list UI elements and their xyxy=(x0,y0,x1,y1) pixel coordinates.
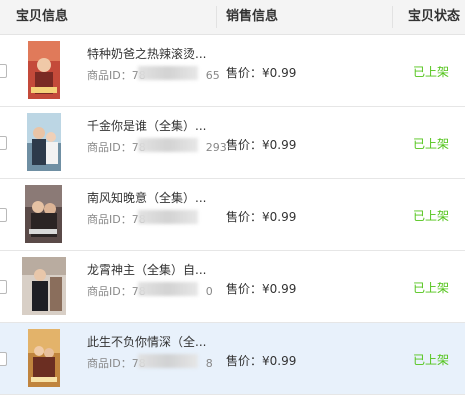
row-checkbox[interactable] xyxy=(0,208,7,222)
redacted-id-mask xyxy=(138,66,198,80)
product-price: 售价：¥0.99 xyxy=(226,210,297,224)
row-checkbox[interactable] xyxy=(0,280,7,294)
product-price: 售价：¥0.99 xyxy=(226,282,297,296)
product-title[interactable]: 南风知晚意（全集）... xyxy=(87,189,215,206)
product-title[interactable]: 千金你是谁（全集）... xyxy=(87,117,215,134)
table-row[interactable]: 龙霄神主（全集）自... 商品ID：780 售价：¥0.99 已上架 xyxy=(0,251,465,323)
product-price: 售价：¥0.99 xyxy=(226,138,297,152)
product-thumbnail[interactable] xyxy=(28,41,60,99)
header-divider xyxy=(392,6,393,28)
redacted-id-mask xyxy=(138,282,198,296)
table-row[interactable]: 此生不负你情深（全... 商品ID：788 售价：¥0.99 已上架 xyxy=(0,323,465,395)
row-checkbox[interactable] xyxy=(0,136,7,150)
header-item-status: 宝贝状态 xyxy=(408,9,461,24)
table-row[interactable]: 千金你是谁（全集）... 商品ID：78293 售价：¥0.99 已上架 xyxy=(0,107,465,179)
status-badge: 已上架 xyxy=(413,65,450,79)
row-checkbox[interactable] xyxy=(0,352,7,366)
product-price: 售价：¥0.99 xyxy=(226,354,297,368)
product-thumbnail[interactable] xyxy=(22,257,66,315)
redacted-id-mask xyxy=(138,354,198,368)
table-row[interactable]: 特种奶爸之热辣滚烫... 商品ID：7865 售价：¥0.99 已上架 xyxy=(0,35,465,107)
status-badge: 已上架 xyxy=(413,281,450,295)
redacted-id-mask xyxy=(138,210,198,224)
status-badge: 已上架 xyxy=(413,137,450,151)
header-item-info: 宝贝信息 xyxy=(16,9,69,24)
product-title[interactable]: 特种奶爸之热辣滚烫... xyxy=(87,45,215,62)
status-badge: 已上架 xyxy=(413,209,450,223)
product-thumbnail[interactable] xyxy=(25,185,62,243)
header-divider xyxy=(216,6,217,28)
table-header: 宝贝信息 销售信息 宝贝状态 xyxy=(0,0,465,35)
product-thumbnail[interactable] xyxy=(28,329,60,387)
table-row[interactable]: 南风知晚意（全集）... 商品ID：78 售价：¥0.99 已上架 xyxy=(0,179,465,251)
header-sales-info: 销售信息 xyxy=(226,9,279,24)
product-title[interactable]: 龙霄神主（全集）自... xyxy=(87,261,215,278)
product-price: 售价：¥0.99 xyxy=(226,66,297,80)
redacted-id-mask xyxy=(138,138,198,152)
status-badge: 已上架 xyxy=(413,353,450,367)
product-thumbnail[interactable] xyxy=(27,113,61,171)
row-checkbox[interactable] xyxy=(0,64,7,78)
product-title[interactable]: 此生不负你情深（全... xyxy=(87,333,215,350)
